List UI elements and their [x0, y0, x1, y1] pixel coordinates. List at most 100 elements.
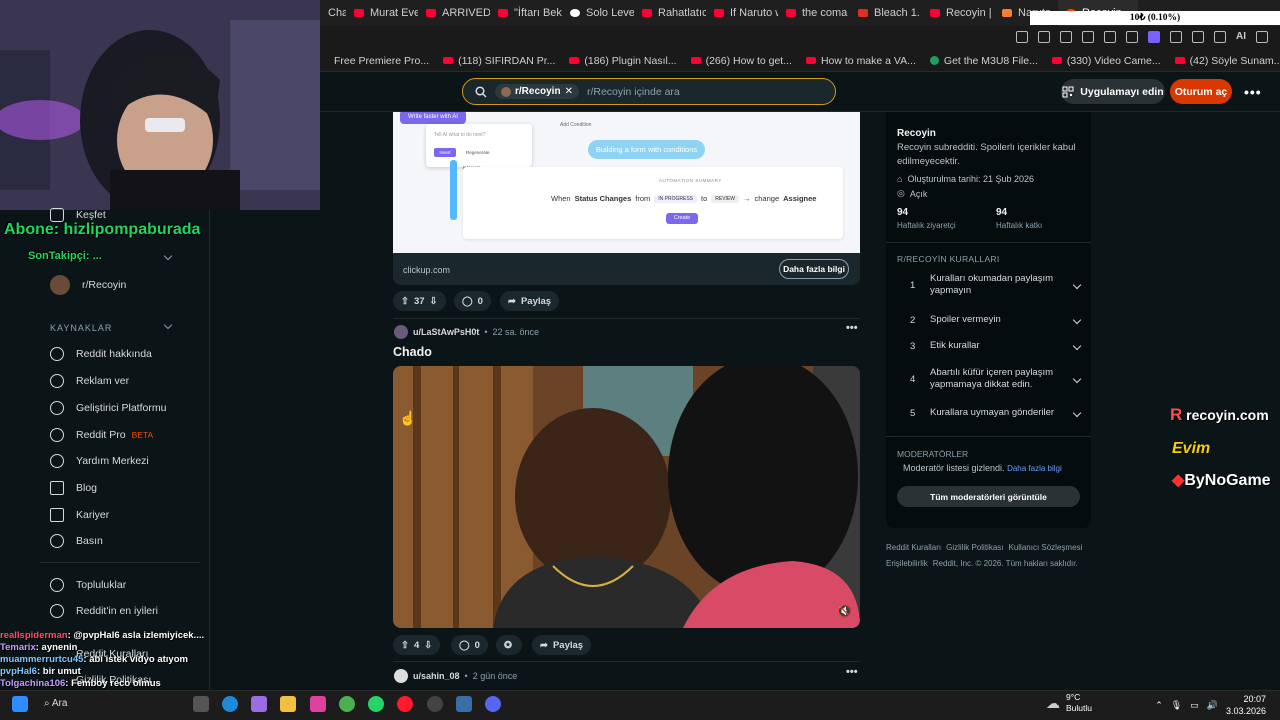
- weather-widget[interactable]: ☁ 9°C Bulutlu: [1046, 692, 1092, 714]
- sidebar-item-about[interactable]: Reddit hakkında: [50, 347, 152, 361]
- downvote-icon[interactable]: ⇩: [430, 296, 438, 307]
- sidebar-item-press[interactable]: Basın: [50, 534, 103, 548]
- rule-item[interactable]: 4 Abartılı küfür içeren paylaşım yapmamay…: [910, 367, 1082, 391]
- moderators-more-link[interactable]: Daha fazla bilgi: [1007, 464, 1062, 473]
- rule-item[interactable]: 1 Kuralları okumadan paylaşım yapmayın: [910, 273, 1082, 297]
- play-icon[interactable]: [1082, 31, 1094, 43]
- windows-start-icon[interactable]: [12, 696, 28, 712]
- browser-tab[interactable]: Recoyin | A: [922, 0, 994, 26]
- shield-icon[interactable]: [1060, 31, 1072, 43]
- mute-icon[interactable]: 🔇: [837, 604, 852, 618]
- downvote-icon[interactable]: ⇩: [424, 640, 432, 651]
- sidebar-item-blog[interactable]: Blog: [50, 481, 97, 495]
- browser-tab[interactable]: ARRIVEDER: [418, 0, 490, 26]
- crop-icon[interactable]: [1038, 31, 1050, 43]
- ai-button[interactable]: AI: [1236, 31, 1246, 43]
- sidebar-item-developer[interactable]: Geliştirici Platformu: [50, 401, 166, 415]
- share-button[interactable]: ➦ Paylaş: [500, 291, 560, 311]
- send-icon[interactable]: [1192, 31, 1204, 43]
- upvote-icon[interactable]: ⇧: [401, 640, 409, 651]
- microphone-icon[interactable]: 🎙: [1171, 700, 1182, 711]
- obs-icon[interactable]: [427, 696, 443, 712]
- footer-link[interactable]: Reddit Kuralları: [886, 540, 941, 556]
- sidebar-item-careers[interactable]: Kariyer: [50, 508, 109, 522]
- ad-image[interactable]: Write faster with AI Tell AI what to do …: [393, 112, 860, 253]
- avatar[interactable]: [394, 669, 408, 683]
- puzzle-icon[interactable]: [1170, 31, 1182, 43]
- subreddit-search-chip[interactable]: r/Recoyin ✕: [495, 84, 579, 99]
- footer-link[interactable]: Kullanıcı Sözleşmesi: [1008, 540, 1082, 556]
- chrome-icon[interactable]: [339, 696, 355, 712]
- more-options-icon[interactable]: •••: [1244, 84, 1262, 100]
- sidebar-item-explore[interactable]: Keşfet: [50, 208, 106, 222]
- sidebar-item-recoyin[interactable]: r/Recoyin: [50, 275, 126, 295]
- browser-tab[interactable]: If Naruto w: [706, 0, 778, 26]
- extension-active-icon[interactable]: [1148, 31, 1160, 43]
- browser-tab[interactable]: Solo Levell: [562, 0, 634, 26]
- instagram-icon[interactable]: [310, 696, 326, 712]
- browser-tab[interactable]: "İftarı Beki: [490, 0, 562, 26]
- rule-item[interactable]: 3 Etik kurallar: [910, 340, 1082, 352]
- clock[interactable]: 20:07 3.03.2026: [1226, 693, 1266, 717]
- bookmark[interactable]: How to make a VA...: [805, 55, 916, 67]
- copilot-icon[interactable]: [251, 696, 267, 712]
- search-input[interactable]: r/Recoyin ✕ r/Recoyin içinde ara: [462, 78, 836, 105]
- whatsapp-icon[interactable]: [368, 696, 384, 712]
- post-options-icon[interactable]: •••: [846, 322, 858, 334]
- award-button[interactable]: ✪: [496, 635, 522, 655]
- browser-tab[interactable]: Rahatlatıcı: [634, 0, 706, 26]
- rule-item[interactable]: 5 Kurallara uymayan gönderiler: [910, 407, 1082, 419]
- steam-icon[interactable]: [456, 696, 472, 712]
- login-button[interactable]: Oturum aç: [1170, 79, 1232, 104]
- screenshot-icon[interactable]: [1016, 31, 1028, 43]
- post-title[interactable]: Chado: [393, 345, 432, 359]
- browser-tab[interactable]: Murat Eveg: [346, 0, 418, 26]
- bookmark[interactable]: (186) Plugin Nasıl...: [569, 54, 677, 67]
- sidebar-item-best-of[interactable]: Reddit'in en iyileri: [50, 604, 158, 618]
- view-all-moderators-button[interactable]: Tüm moderatörleri görüntüle: [897, 486, 1080, 507]
- taskbar-search[interactable]: ⌕ Ara: [44, 698, 67, 709]
- post-video[interactable]: 🔇: [393, 366, 860, 628]
- comments-button[interactable]: ◯ 0: [451, 635, 488, 655]
- browser-tab[interactable]: the coma b: [778, 0, 850, 26]
- post-author[interactable]: u/sahin_08: [413, 671, 460, 681]
- heart-icon[interactable]: [1104, 31, 1116, 43]
- volume-icon[interactable]: 🔊: [1207, 700, 1218, 711]
- bookmark[interactable]: Free Premiere Pro...: [334, 55, 429, 67]
- share-button[interactable]: ➦ Paylaş: [532, 635, 592, 655]
- sidebar-item-communities[interactable]: Topluluklar: [50, 578, 126, 592]
- network-icon[interactable]: ▭: [1190, 700, 1199, 711]
- edge-icon[interactable]: [222, 696, 238, 712]
- close-icon[interactable]: ✕: [565, 86, 573, 97]
- bookmark[interactable]: (330) Video Came...: [1051, 55, 1161, 67]
- sidebar-item-advertise[interactable]: Reklam ver: [50, 374, 129, 388]
- task-view-icon[interactable]: [193, 696, 209, 712]
- browser-tab[interactable]: Cha: [320, 0, 346, 26]
- learn-more-button[interactable]: Daha fazla bilgi: [779, 259, 849, 279]
- sidebar-item-reddit-pro[interactable]: Reddit Pro BETA: [50, 428, 153, 442]
- get-app-button[interactable]: Uygulamayı edin: [1061, 79, 1165, 104]
- ad-domain[interactable]: clickup.com: [403, 265, 450, 275]
- comments-button[interactable]: ◯ 0: [454, 291, 491, 311]
- sidebar-icon[interactable]: [1126, 31, 1138, 43]
- bookmark[interactable]: (118) SIFIRDAN Pr...: [443, 55, 555, 67]
- bookmark[interactable]: (42) Söyle Sunam...: [1174, 55, 1280, 67]
- file-explorer-icon[interactable]: [280, 696, 296, 712]
- download-icon[interactable]: [1214, 31, 1226, 43]
- post-options-icon[interactable]: •••: [846, 666, 858, 678]
- bookmark[interactable]: (266) How to get...: [690, 55, 792, 67]
- menu-icon[interactable]: [1256, 31, 1268, 43]
- bookmark[interactable]: Get the M3U8 File...: [929, 55, 1038, 67]
- footer-link[interactable]: Gizlilik Politikası: [946, 540, 1003, 556]
- footer-link[interactable]: Erişilebilirlik: [886, 556, 928, 572]
- upvote-icon[interactable]: ⇧: [401, 296, 409, 307]
- opera-icon[interactable]: [397, 696, 413, 712]
- chevron-up-icon[interactable]: ⌃: [1155, 700, 1163, 711]
- sidebar-item-help[interactable]: Yardım Merkezi: [50, 454, 149, 468]
- discord-icon[interactable]: [485, 696, 501, 712]
- rule-item[interactable]: 2 Spoiler vermeyin: [910, 314, 1082, 326]
- post-author[interactable]: u/LaStAwPsH0t: [413, 327, 479, 337]
- browser-tab[interactable]: Bleach 1. S: [850, 0, 922, 26]
- avatar[interactable]: [394, 325, 408, 339]
- bookmark-label: (186) Plugin Nasıl...: [584, 54, 677, 67]
